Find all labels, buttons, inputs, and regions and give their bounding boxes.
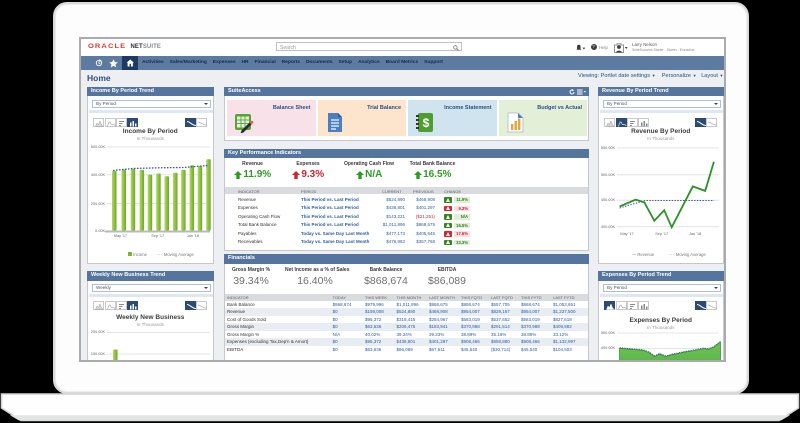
svg-text:$: $ [423,116,430,130]
